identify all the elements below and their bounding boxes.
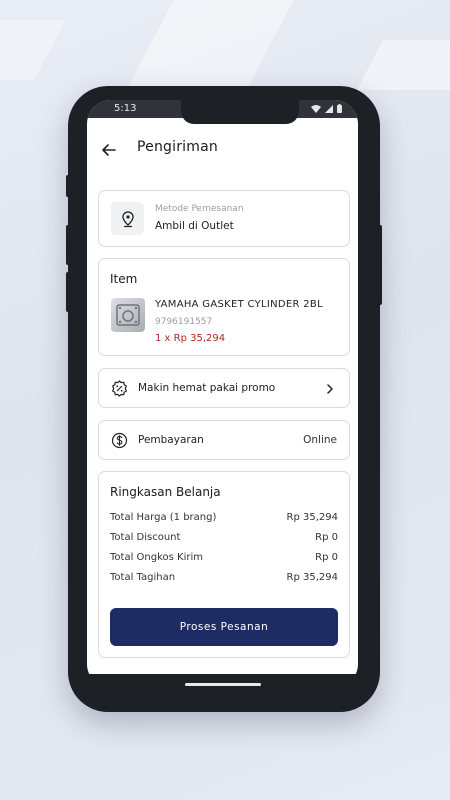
summary-row-value: Rp 0: [315, 532, 338, 543]
phone-notch: [181, 100, 299, 124]
status-time: 5:13: [114, 103, 137, 114]
app-screen: 5:13 Pengiriman Metode Pemesanan Ambil d…: [87, 100, 358, 688]
payment-value: Online: [303, 434, 337, 446]
back-button[interactable]: [99, 140, 119, 160]
payment-label: Pembayaran: [138, 434, 204, 446]
phone-side-button: [66, 272, 70, 312]
summary-row-label: Total Ongkos Kirim: [110, 552, 203, 563]
arrow-left-icon: [102, 144, 116, 156]
summary-row-value: Rp 35,294: [286, 572, 338, 583]
promo-card[interactable]: Makin hemat pakai promo: [98, 368, 350, 408]
background-shape: [126, 0, 294, 90]
discount-badge-icon: [111, 380, 128, 397]
item-code: 9796191557: [155, 317, 213, 327]
summary-card: Ringkasan Belanja Total Harga (1 brang) …: [98, 471, 350, 658]
promo-label: Makin hemat pakai promo: [138, 382, 276, 394]
product-image: [111, 298, 145, 332]
method-label: Metode Pemesanan: [155, 204, 244, 214]
app-header: Pengiriman: [87, 130, 358, 170]
item-card: Item YAMAHA GASKET CYLINDER 2BL 97961915…: [98, 258, 350, 356]
page-title: Pengiriman: [137, 139, 218, 155]
item-section-title: Item: [110, 272, 138, 286]
method-value: Ambil di Outlet: [155, 220, 234, 232]
summary-row: Total Ongkos Kirim Rp 0: [110, 552, 338, 563]
battery-icon: [337, 104, 342, 113]
summary-row-value: Rp 0: [315, 552, 338, 563]
chevron-right-icon: [327, 384, 333, 394]
background-shape: [0, 20, 66, 80]
summary-row: Total Harga (1 brang) Rp 35,294: [110, 512, 338, 523]
dollar-circle-icon: [111, 432, 128, 449]
summary-row-label: Total Harga (1 brang): [110, 512, 217, 523]
home-indicator[interactable]: [185, 683, 261, 686]
summary-row-total: Total Tagihan Rp 35,294: [110, 572, 338, 583]
summary-title: Ringkasan Belanja: [110, 485, 221, 499]
summary-row: Total Discount Rp 0: [110, 532, 338, 543]
phone-side-button: [378, 225, 382, 305]
process-order-button[interactable]: Proses Pesanan: [110, 608, 338, 646]
item-qty-price: 1 x Rp 35,294: [155, 333, 226, 344]
method-icon-box: [111, 202, 144, 235]
location-pin-icon: [121, 210, 134, 227]
signal-icon: [325, 104, 333, 113]
summary-row-label: Total Tagihan: [110, 572, 176, 583]
status-icons: [311, 104, 342, 113]
payment-card[interactable]: Pembayaran Online: [98, 420, 350, 460]
background-shape: [356, 40, 450, 90]
order-method-card[interactable]: Metode Pemesanan Ambil di Outlet: [98, 190, 350, 247]
phone-side-button: [66, 225, 70, 265]
wifi-icon: [311, 104, 321, 113]
summary-row-value: Rp 35,294: [286, 512, 338, 523]
item-name: YAMAHA GASKET CYLINDER 2BL: [155, 299, 323, 310]
summary-row-label: Total Discount: [110, 532, 181, 543]
phone-side-button: [66, 175, 70, 197]
gasket-icon: [116, 304, 140, 326]
